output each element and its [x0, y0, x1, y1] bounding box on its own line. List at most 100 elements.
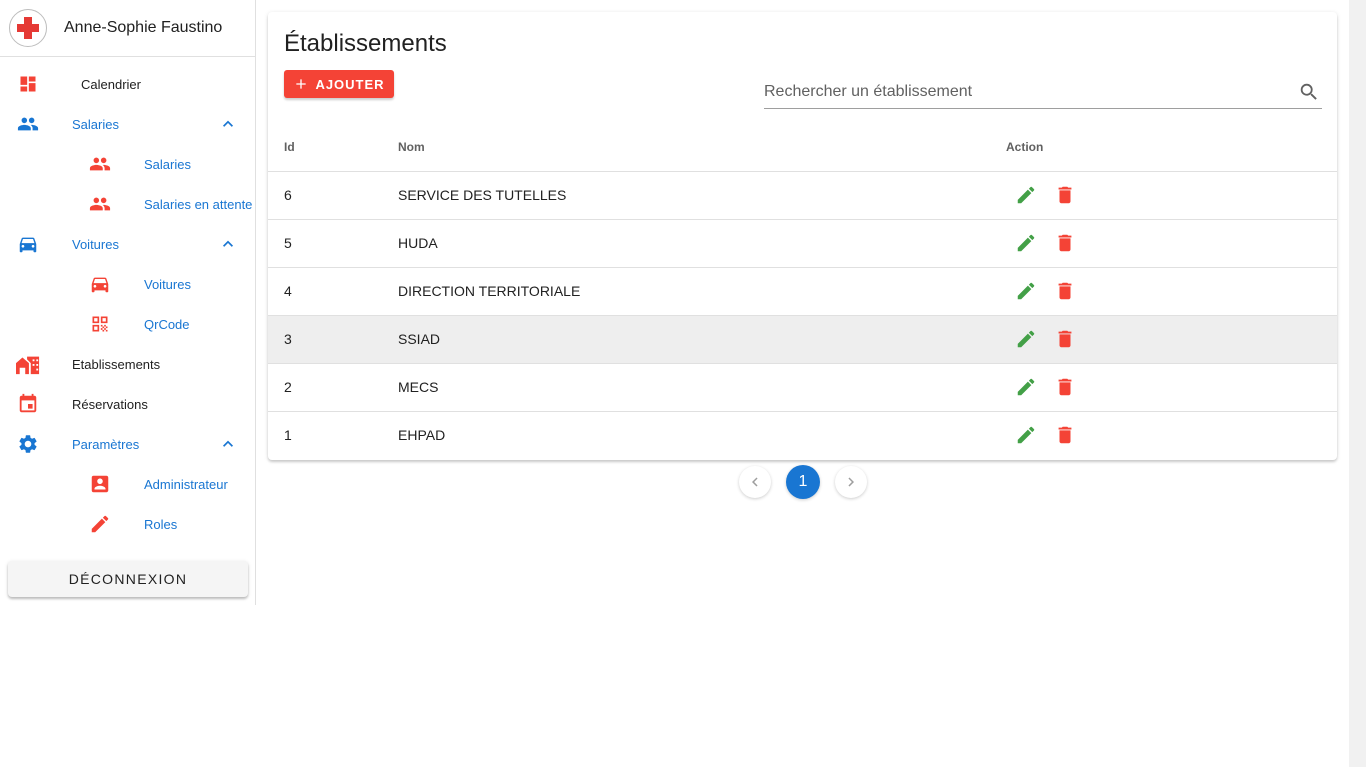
delete-button[interactable] [1053, 279, 1077, 303]
trash-icon [1058, 427, 1072, 444]
logout-button[interactable]: DÉCONNEXION [8, 561, 248, 597]
plus-icon [296, 79, 307, 89]
scrollbar[interactable] [1349, 0, 1366, 767]
pencil-icon [88, 512, 112, 536]
add-button-label: AJOUTER [315, 76, 385, 92]
delete-button[interactable] [1053, 183, 1077, 207]
cell-nom: MECS [398, 363, 1006, 412]
search-input[interactable] [764, 78, 1284, 106]
sidebar-item-etablissements[interactable]: Etablissements [0, 344, 255, 384]
sidebar-item-label: Salaries [72, 116, 119, 132]
search-icon[interactable] [1298, 81, 1320, 103]
sidebar-item-qrcode[interactable]: QrCode [0, 304, 255, 344]
cell-id: 3 [268, 315, 398, 364]
cell-action [1006, 171, 1337, 220]
column-header-nom[interactable]: Nom [398, 123, 1006, 172]
cell-nom: EHPAD [398, 427, 446, 444]
sidebar-item-label: Salaries en attente [144, 196, 253, 212]
trash-icon [1058, 186, 1072, 204]
sidebar-item-roles[interactable]: Roles [0, 504, 255, 544]
edit-button[interactable] [1014, 375, 1038, 399]
cell-id: 1 [284, 427, 292, 444]
cell-id: 4 [268, 267, 398, 316]
sidebar-group-voitures[interactable]: Voitures [0, 224, 255, 264]
cell-action [1006, 219, 1337, 268]
pencil-icon [1017, 426, 1035, 444]
trash-icon [1058, 282, 1072, 300]
sidebar-group-parametres[interactable]: Paramètres [0, 424, 255, 464]
chevron-up-icon[interactable] [218, 114, 238, 134]
edit-button[interactable] [1014, 423, 1038, 447]
chevron-up-icon[interactable] [218, 434, 238, 454]
sidebar-item-label: Salaries [144, 156, 191, 172]
sidebar-item-calendrier[interactable]: Calendrier [0, 64, 255, 104]
add-button[interactable]: AJOUTER [284, 70, 394, 98]
delete-button[interactable] [1053, 231, 1077, 255]
cell-id: 2 [268, 363, 398, 412]
sidebar-item-label: QrCode [144, 316, 190, 332]
edit-button[interactable] [1014, 279, 1038, 303]
cell-id: 6 [268, 171, 398, 220]
sidebar-group-salaries[interactable]: Salaries [0, 104, 255, 144]
sidebar-item-administrateur[interactable]: Administrateur [0, 464, 255, 504]
user-name: Anne-Sophie Faustino [64, 19, 223, 36]
cell-action [1006, 411, 1337, 459]
sidebar-header: Anne-Sophie Faustino [0, 0, 255, 57]
sidebar-item-label: Paramètres [72, 436, 140, 452]
previous-page-button[interactable] [739, 466, 771, 498]
building-icon [16, 352, 40, 376]
edit-button[interactable] [1014, 231, 1038, 255]
column-header-id[interactable]: Id [268, 123, 398, 172]
calendar-icon [16, 392, 40, 416]
account-box-icon [88, 472, 112, 496]
edit-button[interactable] [1014, 327, 1038, 351]
next-page-button[interactable] [835, 466, 867, 498]
cell-id: 5 [268, 219, 398, 268]
qrcode-icon [88, 312, 112, 336]
table-row[interactable]: 2 MECS [268, 363, 1337, 412]
sidebar-item-label: Etablissements [72, 356, 161, 372]
delete-button[interactable] [1053, 327, 1077, 351]
chevron-up-icon[interactable] [218, 234, 238, 254]
trash-icon [1058, 234, 1072, 252]
sidebar-item-label: Administrateur [144, 476, 228, 492]
people-icon [88, 192, 112, 216]
pencil-icon [1017, 378, 1035, 396]
sidebar-item-salaries-en-attente[interactable]: Salaries en attente [0, 184, 255, 224]
sidebar-item-salaries[interactable]: Salaries [0, 144, 255, 184]
trash-icon [1058, 378, 1072, 396]
delete-button[interactable] [1053, 375, 1077, 399]
cell-nom: DIRECTION TERRITORIALE [398, 267, 1006, 316]
table-row[interactable]: 4 DIRECTION TERRITORIALE [268, 267, 1337, 316]
chevron-left-icon [752, 477, 758, 487]
cell-action [1006, 363, 1337, 412]
car-icon [88, 272, 112, 296]
page-button-current[interactable]: 1 [786, 465, 820, 499]
table-row[interactable]: 6 SERVICE DES TUTELLES [268, 171, 1337, 220]
edit-button[interactable] [1014, 183, 1038, 207]
delete-button[interactable] [1053, 423, 1077, 447]
cell-nom: SSIAD [398, 315, 1006, 364]
sidebar-item-reservations[interactable]: Réservations [0, 384, 255, 424]
people-icon [16, 112, 40, 136]
sidebar-item-label: Voitures [72, 236, 119, 252]
sidebar-item-label: Voitures [144, 276, 191, 292]
table-row[interactable]: 3 SSIAD [268, 315, 1337, 364]
table-row[interactable]: 1 EHPAD [268, 411, 1337, 459]
sidebar-item-label: Roles [144, 516, 178, 532]
cell-action [1006, 315, 1337, 364]
page-title: Établissements [284, 30, 447, 57]
search-field [764, 78, 1322, 109]
pencil-icon [1017, 186, 1035, 204]
red-cross-logo [9, 9, 47, 47]
cell-nom: HUDA [398, 219, 1006, 268]
main-card: Établissements AJOUTER Id Nom Action 6SE… [268, 12, 1337, 460]
trash-icon [1058, 330, 1072, 348]
sidebar: Anne-Sophie Faustino Calendrier Salaries… [0, 0, 256, 605]
sidebar-item-voitures[interactable]: Voitures [0, 264, 255, 304]
table-header-row: Id Nom Action [268, 123, 1337, 172]
column-header-action: Action [1006, 123, 1337, 172]
pencil-icon [1017, 234, 1035, 252]
cell-action [1006, 267, 1337, 316]
table-row[interactable]: 5 HUDA [268, 219, 1337, 268]
